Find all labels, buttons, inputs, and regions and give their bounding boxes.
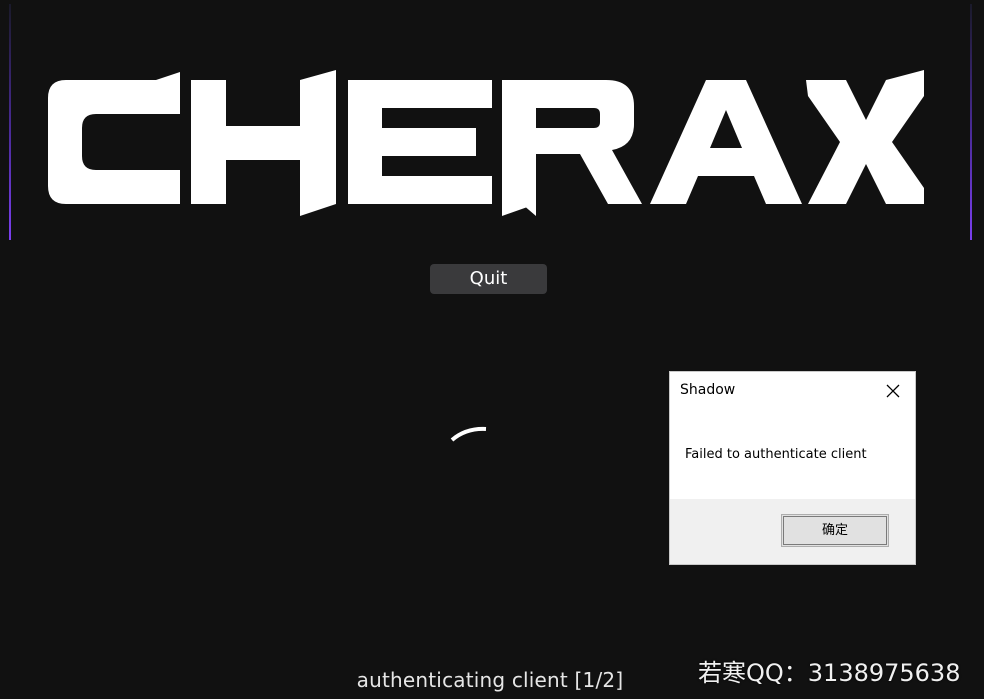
status-text: authenticating client [1/2] xyxy=(356,668,624,692)
left-accent-line xyxy=(9,4,11,240)
quit-button[interactable]: Quit xyxy=(430,264,547,294)
watermark-text: 若寒QQ：3138975638 xyxy=(698,659,961,687)
ok-button[interactable]: 确定 xyxy=(781,514,889,547)
dialog-message: Failed to authenticate client xyxy=(685,447,867,462)
close-icon[interactable] xyxy=(882,380,904,402)
launcher-window: Quit authenticating client [1/2] 若寒QQ：31… xyxy=(0,0,984,699)
cherax-logo xyxy=(48,70,924,216)
loading-spinner-icon xyxy=(450,426,487,442)
dialog-title: Shadow xyxy=(680,382,736,398)
dialog-titlebar[interactable]: Shadow xyxy=(670,372,915,408)
right-accent-line xyxy=(970,4,972,240)
dialog-footer: 确定 xyxy=(670,499,915,564)
error-dialog: Shadow Failed to authenticate client 确定 xyxy=(670,372,915,564)
